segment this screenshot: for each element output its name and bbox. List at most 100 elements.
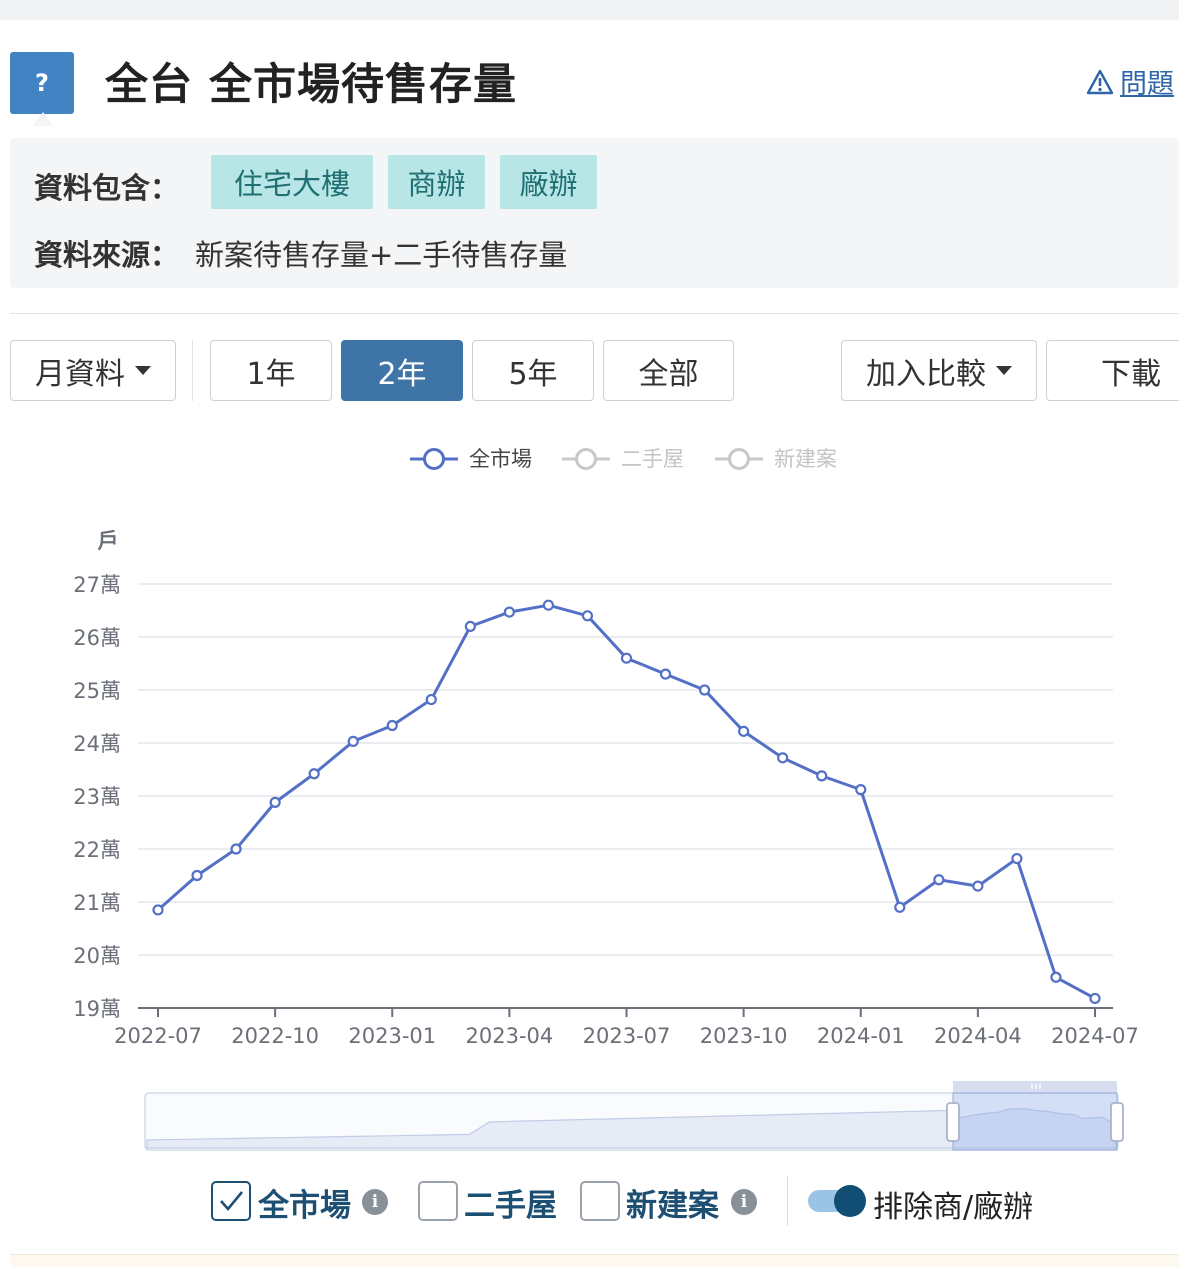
y-tick-label: 24萬: [73, 732, 121, 756]
chart-series: [152, 599, 1101, 1005]
data-point[interactable]: [1050, 971, 1062, 983]
bottom-strip: [10, 1254, 1179, 1267]
checkbox-new-build-label[interactable]: 新建案: [626, 1180, 719, 1225]
chart-gridlines: 27萬 26萬 25萬 24萬 23萬 22萬 21萬 20萬 19萬: [73, 573, 1113, 1021]
data-point[interactable]: [1089, 992, 1101, 1005]
compare-button[interactable]: 加入比較: [841, 340, 1037, 401]
data-point[interactable]: [816, 770, 828, 782]
info-box: 資料包含： 住宅大樓 商辦 廠辦 資料來源： 新案待售存量+二手待售存量: [10, 138, 1179, 288]
info-icon[interactable]: i: [731, 1189, 757, 1215]
y-tick-label: 21萬: [73, 891, 121, 915]
y-tick-label: 26萬: [73, 626, 121, 650]
report-issue-label: 問題: [1120, 69, 1174, 100]
divider: [10, 313, 1179, 314]
download-button[interactable]: 下載: [1046, 340, 1179, 401]
x-tick-label: 2024-01: [817, 1024, 905, 1048]
chart-axes: 2022-07 2022-10 2023-01 2023-04 2023-07 2023-…: [114, 1007, 1139, 1048]
y-unit-label: 戶: [98, 529, 119, 553]
zoom-handle[interactable]: [946, 1102, 960, 1142]
data-point[interactable]: [347, 735, 359, 748]
data-point[interactable]: [855, 784, 867, 796]
legend-marker: [575, 448, 597, 470]
x-tick-label: 2023-07: [583, 1024, 671, 1048]
x-tick-label: 2023-04: [466, 1024, 554, 1048]
data-point[interactable]: [191, 869, 203, 882]
zoom-handle[interactable]: [1110, 1102, 1124, 1142]
info-icon[interactable]: i: [362, 1189, 388, 1215]
data-point[interactable]: [386, 719, 398, 732]
data-point[interactable]: [894, 901, 906, 913]
data-point[interactable]: [152, 904, 164, 916]
checkbox-new-build[interactable]: [580, 1181, 620, 1221]
data-point[interactable]: [777, 752, 789, 764]
y-tick-label: 27萬: [73, 573, 121, 597]
zoom-window[interactable]: [952, 1092, 1118, 1151]
compare-label: 加入比較: [866, 356, 986, 392]
tag-office: 商辦: [388, 155, 485, 209]
x-tick-label: 2023-10: [700, 1024, 788, 1048]
period-select-label: 月資料: [35, 356, 125, 392]
data-point[interactable]: [659, 668, 672, 680]
data-point[interactable]: [1011, 852, 1023, 865]
x-tick-label: 2024-04: [934, 1024, 1022, 1048]
data-point[interactable]: [620, 652, 633, 664]
warning-triangle-icon: [1086, 69, 1114, 94]
range-5y-button[interactable]: 5年: [472, 340, 594, 401]
y-tick-label: 20萬: [73, 944, 121, 968]
includes-label: 資料包含：: [34, 171, 180, 205]
x-tick-label: 2022-07: [114, 1024, 202, 1048]
data-point[interactable]: [425, 693, 437, 706]
range-2y-button[interactable]: 2年: [341, 340, 463, 401]
legend-marker: [728, 448, 750, 470]
report-issue-link[interactable]: 問題: [1086, 62, 1174, 101]
legend-item-label[interactable]: 新建案: [774, 447, 837, 471]
checkbox-all-market-label[interactable]: 全市場: [258, 1180, 351, 1225]
checkbox-all-market[interactable]: [211, 1181, 251, 1221]
bottom-separator: [787, 1176, 788, 1226]
y-tick-label: 19萬: [73, 997, 121, 1021]
checkbox-resale-label[interactable]: 二手屋: [464, 1180, 557, 1225]
source-label: 資料來源：: [34, 238, 180, 272]
toolbar-separator: [192, 340, 193, 401]
help-tail: [33, 112, 53, 126]
data-point[interactable]: [308, 768, 320, 780]
series-filter-row: 全市場 i 二手屋 新建案 i 排除商/廠辦: [0, 1176, 1179, 1232]
check-icon: [220, 1191, 244, 1212]
caret-down-icon: [996, 366, 1012, 375]
tag-factory-office: 廠辦: [500, 155, 597, 209]
period-select[interactable]: 月資料: [10, 340, 176, 401]
range-all-button[interactable]: 全部: [603, 340, 734, 401]
caret-down-icon: [135, 366, 151, 375]
data-point[interactable]: [972, 880, 984, 892]
chart-legend: 全市場 二手屋 新建案: [410, 447, 837, 471]
help-button[interactable]: ?: [10, 52, 74, 114]
series-line: [157, 603, 1096, 1000]
source-value: 新案待售存量+二手待售存量: [195, 238, 568, 272]
page-title: 全台 全市場待售存量: [105, 60, 517, 110]
line-chart: 全市場 二手屋 新建案 27萬26萬25萬24萬23萬22萬21萬20萬19萬 戶 …: [73, 447, 1139, 1151]
data-point[interactable]: [581, 610, 594, 622]
data-zoom-slider[interactable]: [144, 1081, 1124, 1151]
zoom-window-grip[interactable]: [953, 1081, 1117, 1093]
data-point[interactable]: [503, 606, 515, 618]
exclude-toggle-label: 排除商/廠辦: [873, 1190, 1034, 1225]
x-tick-label: 2022-10: [231, 1024, 319, 1048]
data-point[interactable]: [933, 874, 945, 886]
data-point[interactable]: [698, 684, 711, 696]
top-strip: [0, 0, 1179, 20]
data-point[interactable]: [464, 620, 476, 632]
data-point[interactable]: [738, 725, 750, 737]
checkbox-resale[interactable]: [418, 1181, 458, 1221]
x-tick-label: 2024-07: [1051, 1024, 1139, 1048]
y-tick-label: 22萬: [73, 838, 121, 862]
exclude-toggle-knob[interactable]: [834, 1185, 866, 1217]
range-1y-button[interactable]: 1年: [210, 340, 332, 401]
legend-item-label[interactable]: 全市場: [469, 447, 532, 471]
y-tick-label: 23萬: [73, 785, 121, 809]
legend-marker: [423, 448, 445, 470]
legend-item-label[interactable]: 二手屋: [621, 447, 684, 471]
data-point[interactable]: [269, 796, 281, 808]
data-point[interactable]: [230, 843, 242, 855]
data-point[interactable]: [542, 599, 555, 611]
y-tick-label: 25萬: [73, 679, 121, 703]
